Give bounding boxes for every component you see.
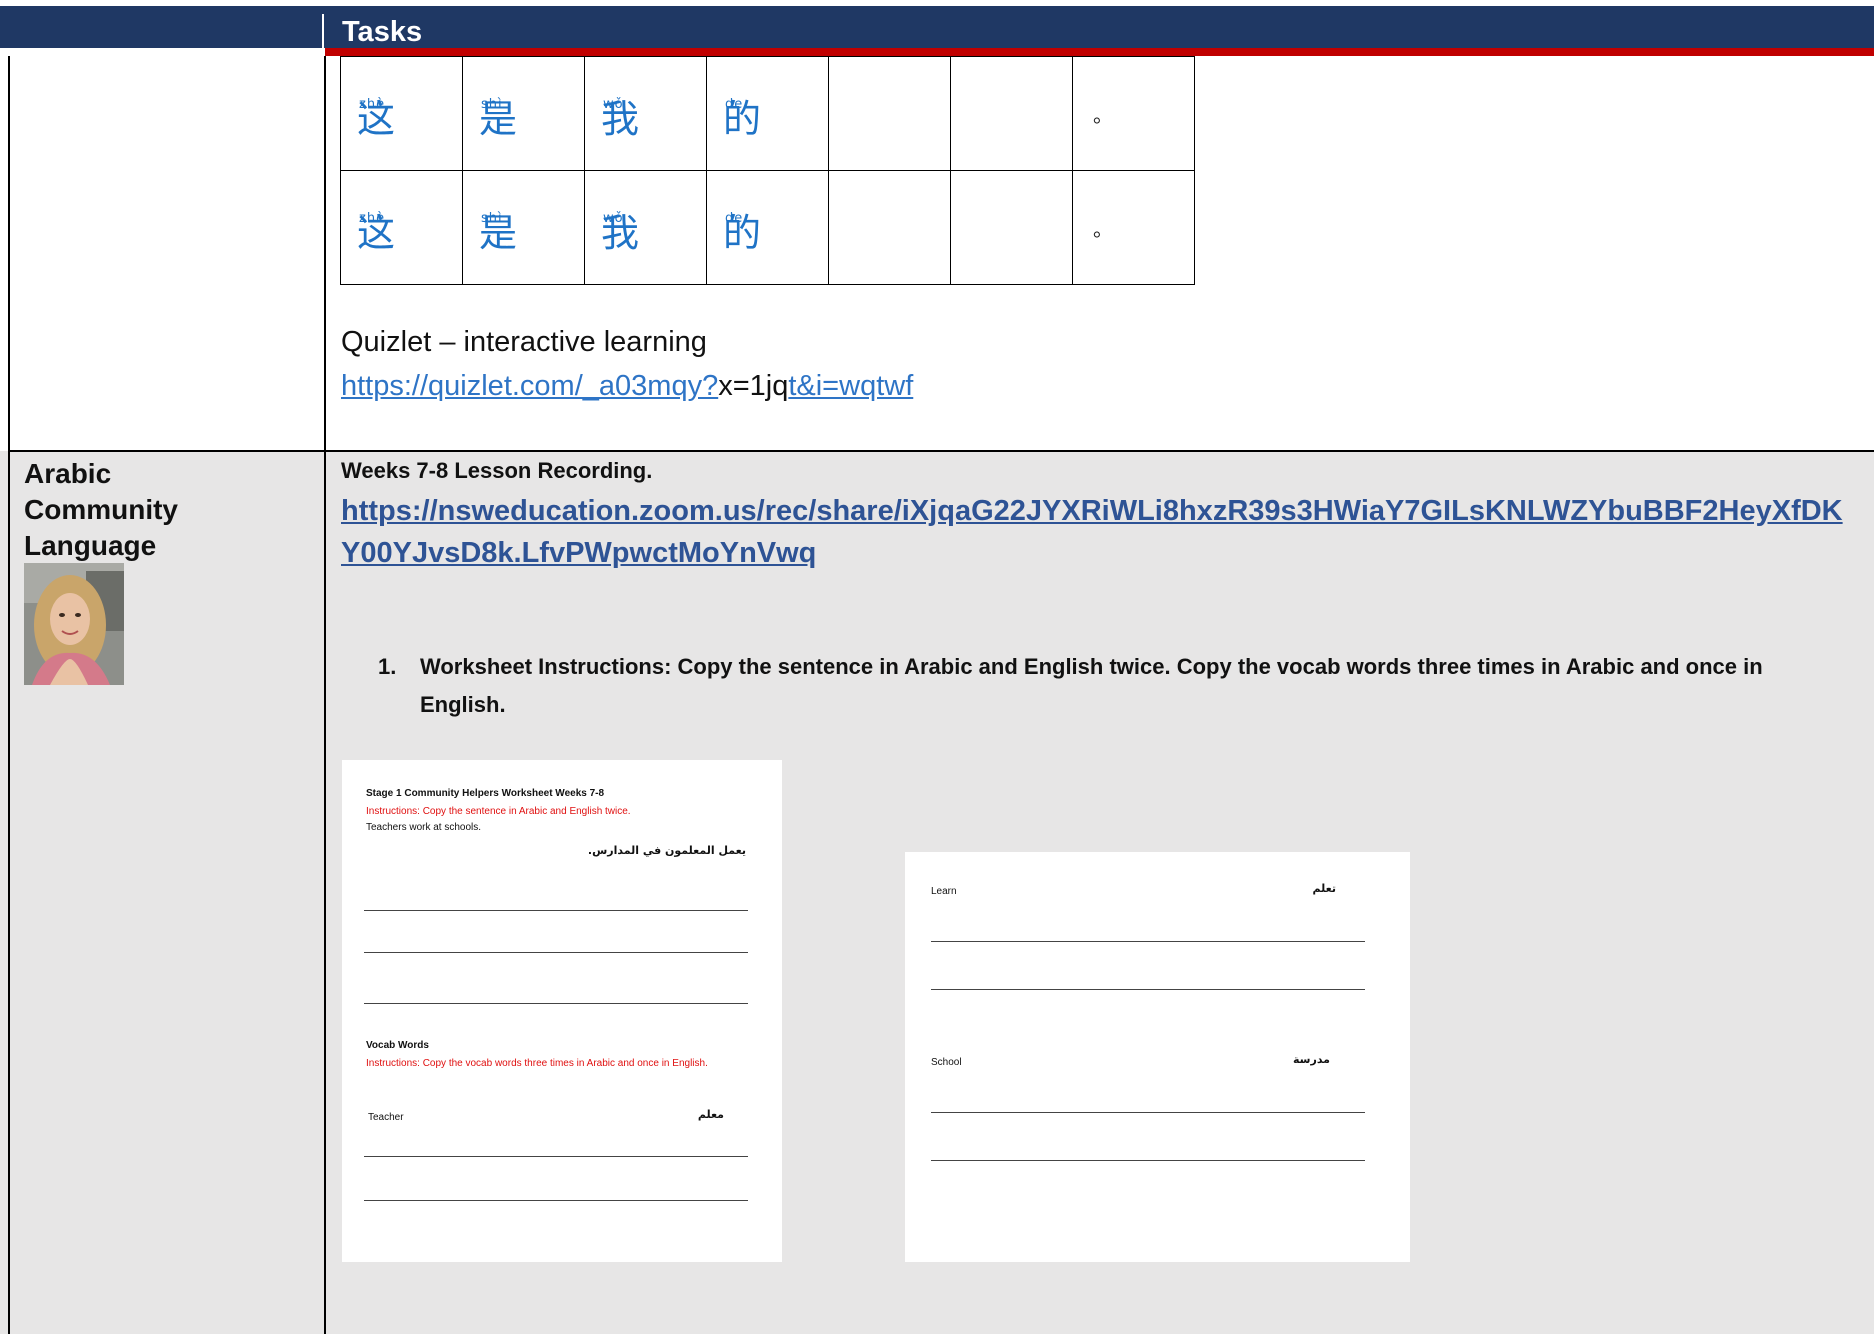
hanzi-char: zhè 这 [357,201,395,255]
writing-line [931,1112,1365,1113]
subject-label: Arabic Community Language [24,458,178,561]
writing-line [931,1160,1365,1161]
table-left-border [8,56,10,1334]
pinyin: wǒ [603,210,624,226]
recording-link[interactable]: https://nsweducation.zoom.us/rec/share/i… [341,490,1861,574]
hanzi-char: wǒ 我 [601,87,639,141]
blank-cell [828,170,951,285]
quizlet-title: Quizlet – interactive learning [341,326,707,358]
quizlet-link[interactable]: https://quizlet.com/_a03mqy?x=1jqt&i=wqt… [341,370,913,403]
full-stop: 。 [1093,219,1113,241]
hanzi-char: zhè 这 [357,87,395,141]
writing-line [364,910,748,911]
worksheet-page-1: Stage 1 Community Helpers Worksheet Week… [342,760,782,1262]
writing-line [364,1200,748,1201]
blank-cell [950,56,1073,171]
hanzi-char: de 的 [723,201,761,255]
recording-title: Weeks 7-8 Lesson Recording. [341,458,653,483]
writing-line [364,952,748,953]
table-header-bar [0,6,1874,48]
hanzi-char: wǒ 我 [601,201,639,255]
writing-line [364,1156,748,1157]
pinyin: de [725,210,744,226]
pinyin: shì [481,210,503,226]
tasks-column-title: Tasks [342,16,423,48]
column-divider [324,56,326,1334]
worksheet-page-2: Learn تعلم School مدرسة [905,852,1410,1262]
blank-cell [950,170,1073,285]
hanzi-char: shì 是 [479,87,517,141]
worksheet-instructions: 1. Worksheet Instructions: Copy the sent… [378,654,1763,717]
practice-row: zhè 这 shì 是 wǒ 我 de 的 。 [340,56,1195,171]
pinyin: wǒ [603,96,624,112]
header-separator [322,14,324,48]
blank-cell [828,56,951,171]
header-accent-bar [325,48,1874,56]
pinyin: zhè [359,210,386,226]
practice-row: zhè 这 shì 是 wǒ 我 de 的 。 [340,170,1195,285]
writing-line [931,989,1365,990]
chinese-practice-table: zhè 这 shì 是 wǒ 我 de 的 。 zhè 这 shì 是 wǒ 我 de 的 。 [340,56,1195,285]
hanzi-char: shì 是 [479,201,517,255]
hanzi-char: de 的 [723,87,761,141]
pinyin: zhè [359,96,386,112]
teacher-photo [24,563,124,685]
row-divider [8,450,1874,452]
pinyin: de [725,96,744,112]
writing-line [931,941,1365,942]
full-stop: 。 [1093,105,1113,127]
writing-line [364,1003,748,1004]
pinyin: shì [481,96,503,112]
